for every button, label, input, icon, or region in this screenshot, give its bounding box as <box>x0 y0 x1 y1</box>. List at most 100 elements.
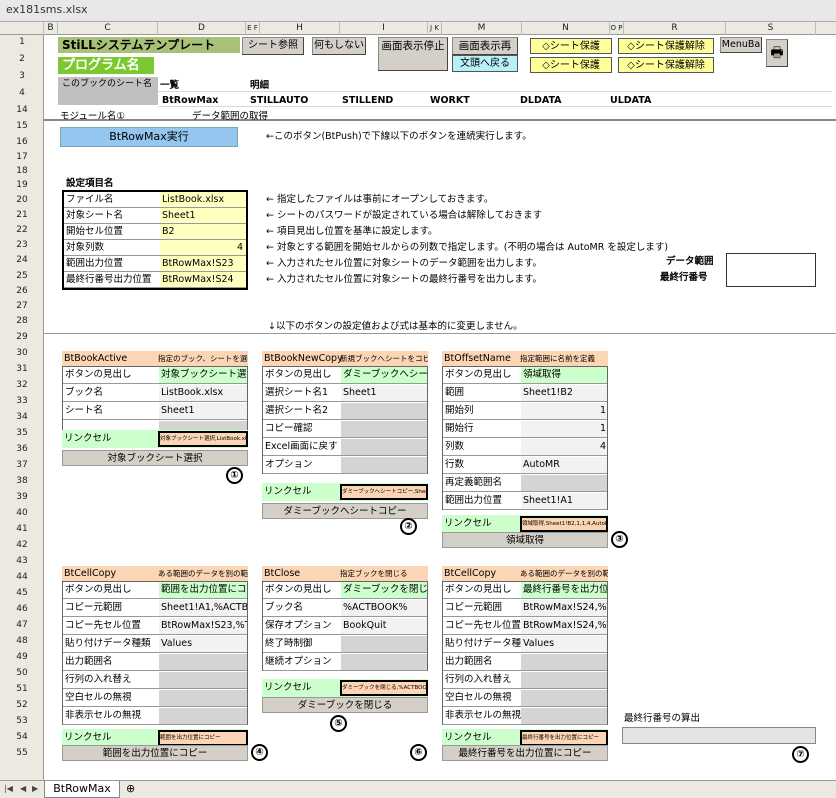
panel-value[interactable]: Sheet1!B2 <box>521 385 607 401</box>
worksheet-grid[interactable]: StiLLシステムテンプレート プログラム名 このブックのシート名 一覧 明細 … <box>44 35 836 780</box>
row-header[interactable]: 52 <box>0 700 44 710</box>
panel-action-button[interactable]: 最終行番号を出力位置にコピー <box>442 745 608 761</box>
row-header[interactable]: 20 <box>0 195 44 205</box>
row-header[interactable]: 18 <box>0 166 44 176</box>
row-header[interactable]: 36 <box>0 444 44 454</box>
row-header[interactable]: 31 <box>0 364 44 374</box>
panel-value[interactable]: ダミーブックへシートコピー <box>341 367 427 383</box>
panel-value[interactable]: ListBook.xlsx <box>159 385 247 401</box>
col-efg[interactable]: E F G <box>246 22 260 45</box>
panel-value[interactable] <box>521 690 607 706</box>
row-header[interactable]: 40 <box>0 508 44 518</box>
panel-value[interactable]: 領域取得 <box>521 367 607 383</box>
row-header[interactable]: 14 <box>0 105 44 115</box>
panel-value[interactable]: BtRowMax!S24,%THISBOOK% <box>521 600 607 616</box>
panel-value[interactable]: Values <box>521 636 607 652</box>
row-header[interactable]: 28 <box>0 316 44 326</box>
menubar-button[interactable]: MenuBa <box>720 37 762 53</box>
panel-value[interactable] <box>159 708 247 724</box>
panel-action-button[interactable]: 対象ブックシート選択 <box>62 450 248 466</box>
corner-cell[interactable] <box>0 22 44 35</box>
panel-action-button[interactable]: ダミーブックを閉じる <box>262 697 428 713</box>
row-header[interactable]: 16 <box>0 137 44 147</box>
sheet-tab-btrowmax[interactable]: BtRowMax <box>44 781 120 798</box>
link-value[interactable]: 対象ブックシート選択,ListBook.xlsx,Sheet1 <box>158 431 248 447</box>
tab-scroll-first-icon[interactable]: |◀ <box>4 784 13 793</box>
panel-value[interactable]: BtRowMax!S23,%THISBOOK% <box>159 618 247 634</box>
col-r[interactable]: R <box>624 22 726 35</box>
row-header[interactable]: 39 <box>0 492 44 502</box>
row-header[interactable]: 4 <box>0 88 44 98</box>
panel-value[interactable]: 1 <box>521 403 607 419</box>
panel-value[interactable] <box>341 439 427 455</box>
panel-value[interactable] <box>341 654 427 670</box>
display-resume-button[interactable]: 画面表示再 <box>452 37 518 55</box>
last-row-calc-cell[interactable] <box>622 727 816 744</box>
row-header[interactable]: 3 <box>0 71 44 81</box>
link-value[interactable]: 領域取得,Sheet1!B2,1,1,4,AutoMR <box>520 516 608 532</box>
back-to-doc-button[interactable]: 文頭へ戻る <box>452 55 518 72</box>
panel-value[interactable] <box>341 403 427 419</box>
panel-value[interactable] <box>341 636 427 652</box>
sheet-unprotect-button-1[interactable]: ◇シート保護解除 <box>618 38 714 54</box>
col-jkl[interactable]: J K L <box>428 22 442 45</box>
panel-value[interactable]: Sheet1!A1,%ACTBOOK% <box>159 600 247 616</box>
row-header[interactable]: 53 <box>0 716 44 726</box>
sheet-ref-button[interactable]: シート参照 <box>242 37 304 55</box>
row-header[interactable]: 24 <box>0 255 44 265</box>
panel-value[interactable]: Sheet1 <box>341 385 427 401</box>
row-header[interactable]: 26 <box>0 286 44 296</box>
panel-action-button[interactable]: ダミーブックへシートコピー <box>262 503 428 519</box>
panel-value[interactable]: 4 <box>521 439 607 455</box>
col-s[interactable]: S <box>726 22 816 35</box>
setting-value[interactable]: B2 <box>160 224 246 239</box>
row-header[interactable]: 50 <box>0 668 44 678</box>
row-header[interactable]: 21 <box>0 210 44 220</box>
col-m[interactable]: M <box>442 22 522 35</box>
col-opq[interactable]: O P Q <box>610 22 624 45</box>
link-value[interactable]: 範囲を出力位置にコピー <box>158 730 248 746</box>
row-header[interactable]: 42 <box>0 540 44 550</box>
panel-value[interactable]: %ACTBOOK% <box>341 600 427 616</box>
row-header[interactable]: 22 <box>0 225 44 235</box>
panel-value[interactable]: 範囲を出力位置にコピー <box>159 582 247 598</box>
link-value[interactable]: 最終行番号を出力位置にコピー <box>520 730 608 746</box>
row-header[interactable]: 33 <box>0 396 44 406</box>
panel-value[interactable] <box>521 654 607 670</box>
panel-value[interactable]: 1 <box>521 421 607 437</box>
display-stop-button[interactable]: 画面表示停止 <box>378 37 448 71</box>
panel-value[interactable] <box>159 654 247 670</box>
panel-value[interactable]: AutoMR <box>521 457 607 473</box>
panel-value[interactable]: 最終行番号を出力位置にコピー <box>521 582 607 598</box>
setting-value[interactable]: Sheet1 <box>160 208 246 223</box>
setting-value[interactable]: 4 <box>160 240 246 255</box>
do-nothing-button[interactable]: 何もしない <box>312 37 366 55</box>
row-header[interactable]: 37 <box>0 460 44 470</box>
col-n[interactable]: N <box>522 22 610 35</box>
panel-value[interactable]: Values <box>159 636 247 652</box>
panel-value[interactable]: BtRowMax!S24,%THISBOOK% <box>521 618 607 634</box>
row-header[interactable]: 32 <box>0 380 44 390</box>
printer-icon[interactable]: 🖶 <box>766 39 788 67</box>
row-header[interactable]: 43 <box>0 556 44 566</box>
tab-scroll-next-icon[interactable]: ▶ <box>32 784 38 793</box>
run-button[interactable]: BtRowMax実行 <box>60 127 238 147</box>
col-i[interactable]: I <box>340 22 428 35</box>
panel-action-button[interactable]: 範囲を出力位置にコピー <box>62 745 248 761</box>
panel-value[interactable] <box>521 475 607 491</box>
row-header[interactable]: 45 <box>0 588 44 598</box>
row-header[interactable]: 2 <box>0 54 44 64</box>
panel-value[interactable] <box>159 690 247 706</box>
row-header[interactable]: 34 <box>0 412 44 422</box>
panel-value[interactable]: 対象ブックシート選択 <box>159 367 247 383</box>
row-header[interactable]: 44 <box>0 572 44 582</box>
row-header[interactable]: 23 <box>0 240 44 250</box>
panel-value[interactable]: BookQuit <box>341 618 427 634</box>
row-header[interactable]: 38 <box>0 476 44 486</box>
link-value[interactable]: ダミーブックを閉じる,%ACTBOOK%,BookQuit <box>340 680 428 696</box>
row-header[interactable]: 27 <box>0 301 44 311</box>
row-header[interactable]: 19 <box>0 180 44 190</box>
panel-value[interactable] <box>521 708 607 724</box>
row-header[interactable]: 30 <box>0 348 44 358</box>
row-header[interactable]: 51 <box>0 684 44 694</box>
